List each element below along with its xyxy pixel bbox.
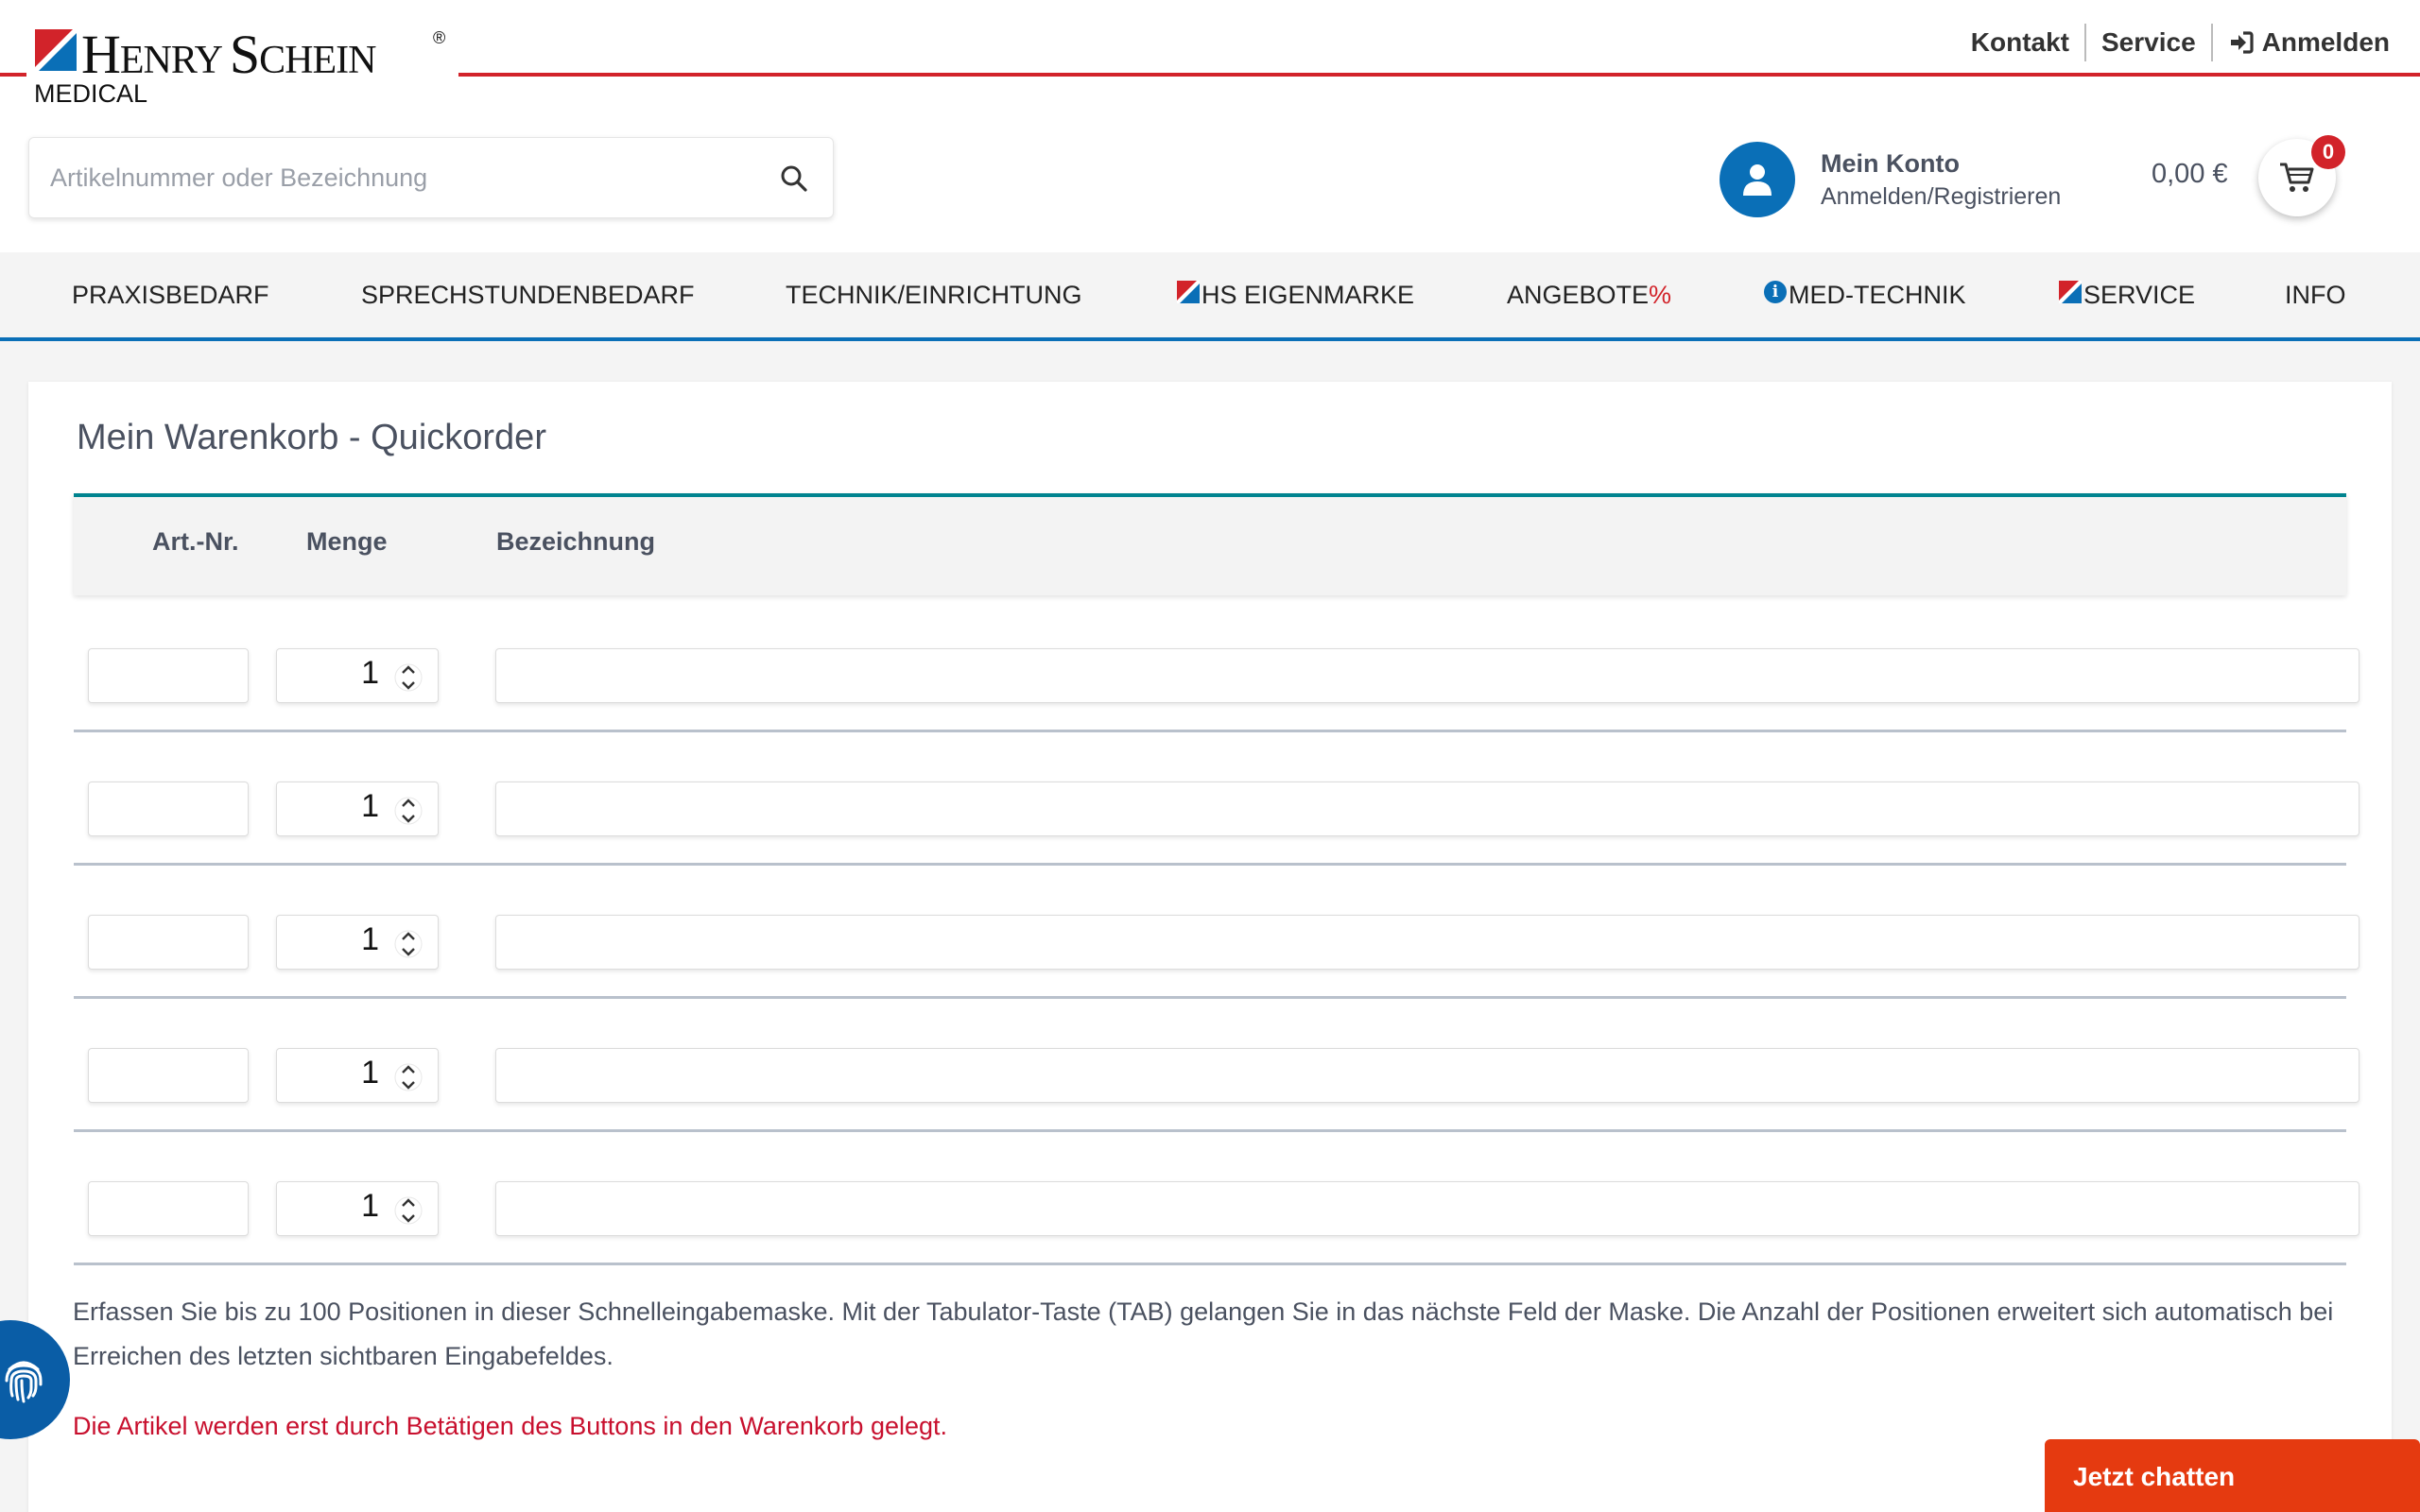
chat-button[interactable]: Jetzt chatten — [2045, 1439, 2420, 1512]
service-link[interactable]: Service — [2086, 23, 2211, 62]
spinner-arrows-icon[interactable] — [394, 792, 423, 830]
cart-count-badge: 0 — [2311, 135, 2345, 169]
logo-registered-mark: ® — [433, 28, 446, 47]
user-icon — [1743, 164, 1772, 196]
quantity-stepper[interactable]: 1 — [276, 1181, 439, 1236]
header: HENRY SCHEIN ® MEDICAL Kontakt Service A… — [0, 0, 2420, 218]
login-link-label: Anmelden — [2261, 27, 2390, 57]
article-number-input[interactable] — [88, 915, 249, 970]
quickorder-info-text: Erfassen Sie bis zu 100 Positionen in di… — [73, 1297, 2334, 1370]
fingerprint-icon — [5, 1361, 43, 1403]
henry-schein-flag-icon — [1177, 281, 1200, 303]
nav-item-sprechstundenbedarf[interactable]: SPRECHSTUNDENBEDARF — [361, 252, 695, 337]
column-header-art-nr: Art.-Nr. — [152, 527, 239, 556]
shopping-cart-icon — [2280, 163, 2314, 192]
quantity-value: 1 — [361, 655, 379, 691]
article-number-input[interactable] — [88, 1048, 249, 1103]
account-subtitle: Anmelden/Registrieren — [1821, 183, 2062, 210]
main-navigation: PRAXISBEDARF SPRECHSTUNDENBEDARF TECHNIK… — [0, 252, 2420, 341]
description-input[interactable] — [495, 1048, 2360, 1103]
quantity-value: 1 — [361, 788, 379, 824]
nav-item-label: HS EIGENMARKE — [1201, 281, 1415, 309]
nav-item-label: MED-TECHNIK — [1789, 281, 1966, 309]
logo-letter-s: S — [229, 24, 260, 85]
quickorder-row: 1 — [74, 866, 2360, 999]
nav-item-angebote[interactable]: ANGEBOTE% — [1507, 252, 1671, 337]
user-avatar-icon — [1720, 142, 1795, 217]
quickorder-row: 1 — [74, 732, 2360, 866]
nav-item-label: PRAXISBEDARF — [72, 281, 269, 309]
search-box — [28, 137, 834, 218]
quantity-stepper[interactable]: 1 — [276, 648, 439, 703]
quickorder-card: Mein Warenkorb - Quickorder Art.-Nr. Men… — [28, 382, 2392, 1512]
quickorder-row: 1 — [74, 599, 2360, 732]
description-input[interactable] — [495, 782, 2360, 836]
logo-flag-icon — [35, 29, 77, 71]
cart-total: 0,00 € — [2152, 159, 2228, 189]
header-red-line — [458, 73, 2420, 77]
nav-item-info[interactable]: INFO — [2285, 252, 2346, 337]
quantity-stepper[interactable]: 1 — [276, 782, 439, 836]
sign-in-icon — [2230, 31, 2254, 54]
description-input[interactable] — [495, 915, 2360, 970]
column-header-menge: Menge — [306, 527, 388, 556]
henry-schein-logo[interactable]: HENRY SCHEIN ® MEDICAL — [32, 23, 458, 110]
top-links: Kontakt Service Anmelden — [1956, 23, 2390, 62]
article-number-input[interactable] — [88, 648, 249, 703]
nav-item-label: SPRECHSTUNDENBEDARF — [361, 281, 695, 309]
percent-sign: % — [1649, 281, 1672, 309]
description-input[interactable] — [495, 1181, 2360, 1236]
cart-button[interactable]: 0 — [2258, 135, 2345, 216]
login-link[interactable]: Anmelden — [2213, 23, 2390, 62]
nav-item-med-technik[interactable]: i MED-TECHNIK — [1764, 252, 1966, 337]
nav-item-label: INFO — [2285, 281, 2346, 309]
quantity-stepper[interactable]: 1 — [276, 1048, 439, 1103]
spinner-arrows-icon[interactable] — [394, 659, 423, 696]
info-icon: i — [1764, 281, 1787, 303]
contact-link[interactable]: Kontakt — [1956, 23, 2084, 62]
quantity-stepper[interactable]: 1 — [276, 915, 439, 970]
article-number-input[interactable] — [88, 1181, 249, 1236]
description-input[interactable] — [495, 648, 2360, 703]
logo-subtitle: MEDICAL — [34, 79, 148, 108]
logo-letter-h: H — [81, 24, 121, 85]
quantity-value: 1 — [361, 1055, 379, 1091]
column-header-bezeichnung: Bezeichnung — [496, 527, 656, 556]
nav-item-technik-einrichtung[interactable]: TECHNIK/EINRICHTUNG — [786, 252, 1082, 337]
nav-item-service[interactable]: SERVICE — [2059, 252, 2195, 337]
logo-letters-enry: ENRY — [119, 39, 230, 82]
nav-item-label: SERVICE — [2083, 281, 2196, 309]
nav-item-praxisbedarf[interactable]: PRAXISBEDARF — [72, 252, 269, 337]
account-menu[interactable]: Mein Konto Anmelden/Registrieren — [1720, 142, 2061, 217]
henry-schein-flag-icon — [2059, 281, 2082, 303]
search-icon[interactable] — [778, 163, 810, 195]
quantity-value: 1 — [361, 921, 379, 957]
quantity-value: 1 — [361, 1188, 379, 1224]
nav-item-label: TECHNIK/EINRICHTUNG — [786, 281, 1082, 309]
logo-letters-chein: CHEIN — [259, 39, 376, 82]
logo-wordmark: HENRY SCHEIN — [81, 23, 376, 86]
nav-item-label: ANGEBOTE — [1507, 281, 1650, 309]
nav-item-hs-eigenmarke[interactable]: HS EIGENMARKE — [1177, 252, 1414, 337]
account-text: Mein Konto Anmelden/Registrieren — [1821, 146, 2061, 213]
quickorder-warning-text: Die Artikel werden erst durch Betätigen … — [73, 1412, 948, 1440]
account-title: Mein Konto — [1821, 149, 1960, 178]
quickorder-table-header: Art.-Nr. Menge Bezeichnung — [74, 493, 2346, 595]
header-red-line-left — [0, 73, 26, 77]
page-title: Mein Warenkorb - Quickorder — [77, 418, 546, 457]
search-input[interactable] — [50, 138, 769, 217]
article-number-input[interactable] — [88, 782, 249, 836]
spinner-arrows-icon[interactable] — [394, 1192, 423, 1229]
spinner-arrows-icon[interactable] — [394, 1058, 423, 1096]
quickorder-row: 1 — [74, 1132, 2360, 1265]
quickorder-row: 1 — [74, 999, 2360, 1132]
spinner-arrows-icon[interactable] — [394, 925, 423, 963]
